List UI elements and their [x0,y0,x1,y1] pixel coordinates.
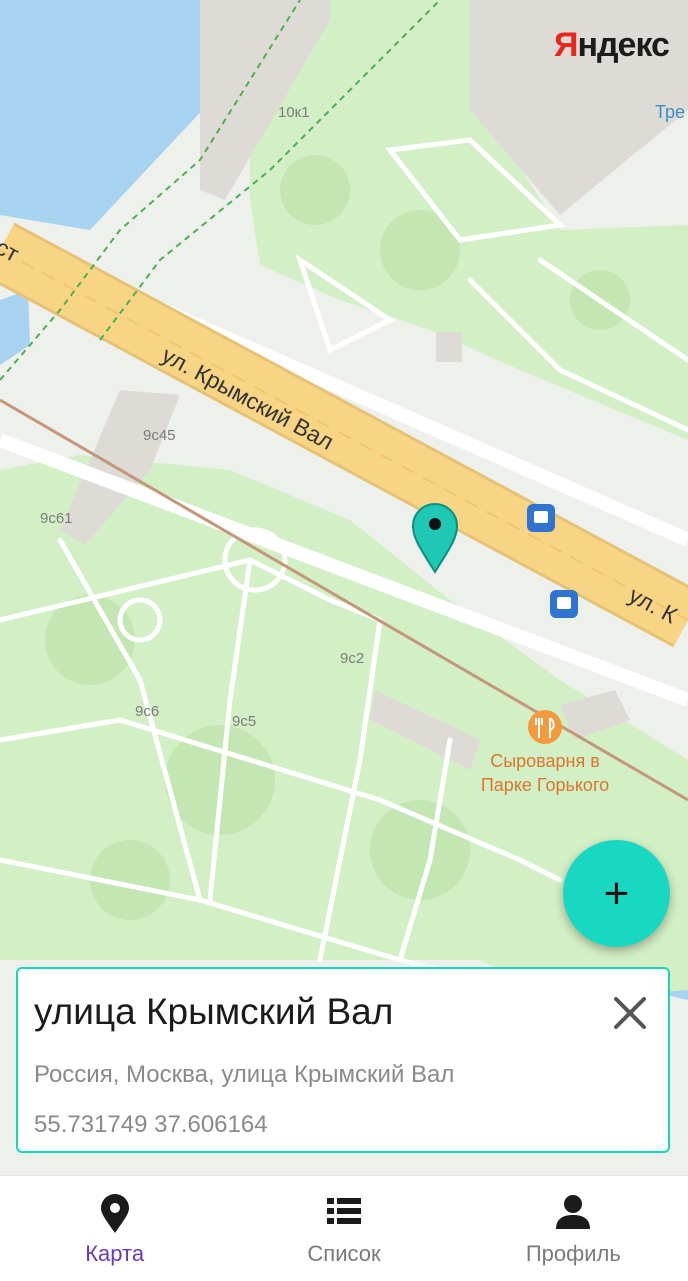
place-title: улица Крымский Вал [34,991,394,1032]
nav-label-list: Список [307,1241,381,1266]
add-place-button[interactable]: + [563,840,670,947]
building-label-9c45: 9с45 [143,427,176,444]
building-label-tre: Тре [655,102,685,122]
location-pin-icon [100,1194,129,1233]
bus-stop-icon[interactable] [527,504,555,532]
list-icon [326,1198,361,1224]
nav-item-profile[interactable]: Профиль [459,1176,688,1281]
building-label-9c5: 9с5 [232,713,256,730]
nav-label-profile: Профиль [525,1241,621,1266]
place-coordinates: 55.731749 37.606164 [34,1111,268,1138]
nav-label-map: Карта [85,1241,145,1266]
yandex-logo: Яндекс [554,26,670,64]
close-icon[interactable] [610,993,650,1033]
bottom-navigation: Карта Список Профиль [0,1175,688,1281]
building-label-9c6: 9с6 [135,703,159,720]
poi-name-line1: Сыроварня в [490,751,600,771]
plus-icon: + [603,868,630,918]
building-label-9c2: 9с2 [340,650,364,667]
building-label-10k1: 10к1 [278,104,310,121]
bus-stop-icon-2[interactable] [550,590,578,618]
building-label-9c61: 9с61 [40,510,73,527]
nav-item-list[interactable]: Список [229,1176,458,1281]
person-icon [556,1195,591,1229]
nav-item-map[interactable]: Карта [0,1176,229,1281]
poi-name-line2: Парке Горького [481,775,609,795]
place-address: Россия, Москва, улица Крымский Вал [34,1061,455,1088]
place-card[interactable]: улица Крымский Вал Россия, Москва, улица… [16,967,670,1153]
restaurant-icon[interactable] [528,710,562,744]
